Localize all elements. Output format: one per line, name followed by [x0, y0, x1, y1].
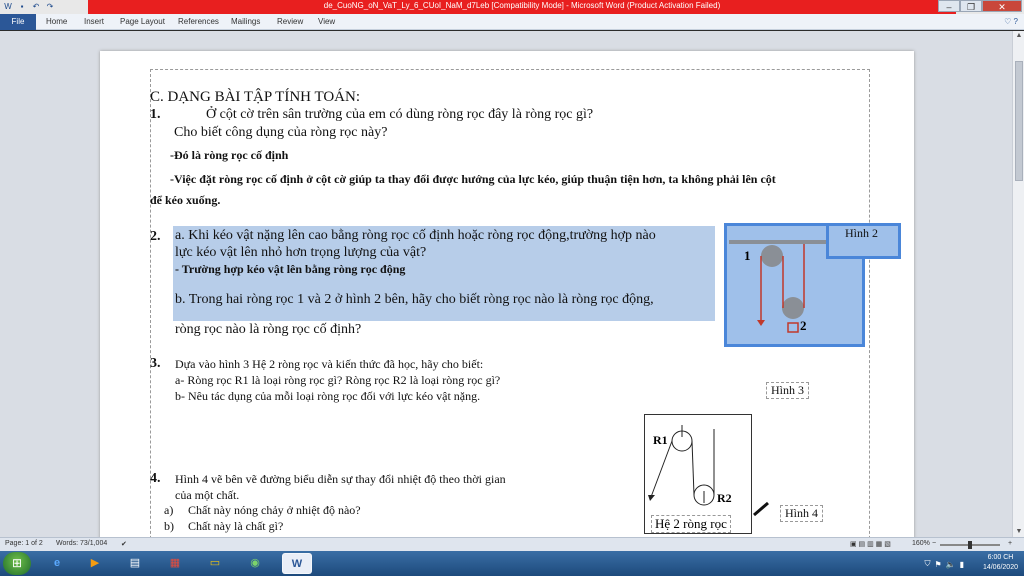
view-buttons[interactable]: ▣ ▤ ▥ ▦ ▧	[850, 540, 891, 548]
tab-view[interactable]: View	[318, 17, 335, 26]
tab-mailings[interactable]: Mailings	[231, 17, 260, 26]
q3-line1: Dựa vào hình 3 Hệ 2 ròng rọc và kiến thứ…	[175, 357, 484, 371]
q1-line2: Cho biết công dụng của ròng rọc này?	[174, 125, 388, 140]
fig2-label: Hình 2	[845, 226, 878, 240]
quick-access-toolbar: W ▪ ↶ ↷	[3, 2, 55, 12]
q4-line1: Hình 4 vẽ bên vẽ đường biểu diễn sự thay…	[175, 472, 506, 486]
fig2-pulley2-label: 2	[800, 318, 807, 333]
window-controls: – ❐ ✕	[938, 0, 1022, 12]
fig3-r2-label: R2	[717, 491, 732, 505]
fig3-caption: Hệ 2 ròng rọc	[651, 515, 731, 533]
fig2-pulley1-label: 1	[744, 248, 751, 263]
network-icon[interactable]: ▮	[960, 560, 964, 569]
proofing-icon[interactable]: ✔	[121, 540, 127, 548]
tab-home[interactable]: Home	[46, 17, 67, 26]
tab-references[interactable]: References	[178, 17, 219, 26]
q2-answer: - Trường hợp kéo vật lên bằng ròng rọc đ…	[175, 262, 406, 276]
scroll-up-icon[interactable]: ▲	[1013, 31, 1024, 41]
q4-b: Chất này là chất gì?	[188, 519, 284, 533]
q1-line1: Ở cột cờ trên sân trường của em có dùng …	[206, 107, 594, 122]
pull-arrow-icon	[648, 495, 655, 501]
vertical-scrollbar[interactable]: ▲ ▼	[1012, 31, 1024, 537]
q3-line2: a- Ròng rọc R1 là loại ròng rọc gì? Ròng…	[175, 373, 501, 387]
q4-line2: của một chất.	[175, 488, 240, 502]
fig3-r1-label: R1	[653, 433, 668, 447]
fig3-label: Hình 3	[766, 382, 809, 399]
q3-number: 3.	[150, 356, 161, 371]
q4-a-marker: a)	[164, 503, 174, 517]
zoom-out-icon[interactable]: −	[932, 540, 936, 547]
zoom-slider-knob[interactable]	[968, 541, 972, 549]
pulley-2-shape	[782, 297, 804, 319]
document-page[interactable]: C. DẠNG BÀI TẬP TÍNH TOÁN: 1. Ở cột cờ t…	[100, 51, 914, 537]
window-title: de_CuoNG_oN_VaT_Ly_6_CUoI_NaM_d7Leb [Com…	[323, 1, 721, 10]
q1-answer1: -Đó là ròng rọc cố định	[170, 148, 289, 162]
ribbon-tab-bar: File Home Insert Page Layout References …	[0, 14, 1024, 30]
tab-review[interactable]: Review	[277, 17, 303, 26]
q2-b-line2: ròng rọc nào là ròng rọc cố định?	[175, 322, 362, 337]
app-icon-2[interactable]: ▦	[160, 553, 190, 574]
tab-page-layout[interactable]: Page Layout	[120, 17, 165, 26]
q2-b-line1: b. Trong hai ròng rọc 1 và 2 ở hình 2 bê…	[175, 292, 654, 307]
clock-date: 14/06/2020	[982, 564, 1018, 571]
rope-mid	[691, 440, 695, 496]
section-heading: C. DẠNG BÀI TẬP TÍNH TOÁN:	[150, 89, 361, 105]
system-tray: ⛉ ⚑ 🔈 ▮	[924, 554, 964, 574]
word-count[interactable]: Words: 73/1,004	[56, 540, 107, 547]
q2-a-line1: a. Khi kéo vật nặng lên cao bằng ròng rọ…	[175, 228, 656, 243]
scroll-thumb[interactable]	[1015, 61, 1023, 181]
app-icon-3[interactable]: ◉	[240, 553, 270, 574]
minimize-button[interactable]: –	[938, 0, 960, 12]
tab-file[interactable]: File	[0, 14, 36, 30]
scroll-down-icon[interactable]: ▼	[1013, 527, 1024, 537]
flag-icon[interactable]: ⚑	[934, 560, 941, 569]
clock[interactable]: 6:00 CH 14/06/2020	[983, 553, 1018, 573]
file-explorer-icon[interactable]: ▭	[200, 553, 230, 574]
app-icon[interactable]: ▤	[120, 553, 150, 574]
q4-a: Chất này nóng chảy ở nhiệt độ nào?	[188, 503, 361, 517]
undo-icon[interactable]: ↶	[31, 2, 41, 12]
q1-answer2b: để kéo xuống.	[150, 193, 221, 207]
pulley-1-shape	[761, 245, 783, 267]
redo-icon[interactable]: ↷	[45, 2, 55, 12]
q1-answer2a: -Việc đặt ròng rọc cố định ở cột cờ giúp…	[170, 172, 776, 186]
q4-b-marker: b)	[164, 519, 174, 533]
zoom-in-icon[interactable]: +	[1008, 540, 1012, 547]
title-bar: W ▪ ↶ ↷ de_CuoNG_oN_VaT_Ly_6_CUoI_NaM_d7…	[0, 0, 1024, 14]
fig2-caption-box[interactable]: Hình 2	[826, 223, 901, 259]
q3-line3: b- Nêu tác dụng của mỗi loại ròng rọc đố…	[175, 389, 481, 403]
volume-icon[interactable]: 🔈	[946, 560, 956, 569]
restore-button[interactable]: ❐	[960, 0, 982, 12]
pull-arrow-icon	[757, 320, 765, 326]
q1-number: 1.	[150, 107, 161, 122]
fig4-graph-fragment	[753, 501, 769, 517]
start-button[interactable]: ⊞	[3, 552, 31, 575]
document-workspace: C. DẠNG BÀI TẬP TÍNH TOÁN: 1. Ở cột cờ t…	[0, 31, 1012, 537]
zoom-slider[interactable]	[940, 541, 1000, 549]
internet-explorer-icon[interactable]: e	[42, 553, 72, 574]
fig4-label: Hình 4	[780, 505, 823, 522]
figure-3[interactable]: R1 R2 Hệ 2 ròng rọc	[644, 414, 752, 534]
page-count[interactable]: Page: 1 of 2	[5, 540, 43, 547]
q4-number: 4.	[150, 471, 161, 486]
word-app-icon[interactable]: W	[3, 2, 13, 12]
close-button[interactable]: ✕	[982, 0, 1022, 12]
media-player-icon[interactable]: ▶	[80, 553, 110, 574]
status-bar: Page: 1 of 2 Words: 73/1,004 ✔ ▣ ▤ ▥ ▦ ▧…	[0, 537, 1024, 551]
clock-time: 6:00 CH	[987, 554, 1014, 561]
shield-icon[interactable]: ⛉	[924, 559, 930, 569]
q2-a-line2: lực kéo vật lên nhỏ hơn trọng lượng của …	[175, 245, 427, 260]
zoom-level[interactable]: 160%	[912, 540, 930, 547]
q2-number: 2.	[150, 229, 161, 244]
tab-insert[interactable]: Insert	[84, 17, 104, 26]
save-icon[interactable]: ▪	[17, 2, 27, 12]
taskbar: ⊞ e ▶ ▤ ▦ ▭ ◉ W ⛉ ⚑ 🔈 ▮ 6:00 CH 14/06/20…	[0, 551, 1024, 576]
pull-rope	[650, 440, 673, 498]
word-taskbar-icon[interactable]: W	[282, 553, 312, 574]
help-icon[interactable]: ♡ ?	[1004, 17, 1018, 26]
weight-block	[787, 322, 799, 333]
